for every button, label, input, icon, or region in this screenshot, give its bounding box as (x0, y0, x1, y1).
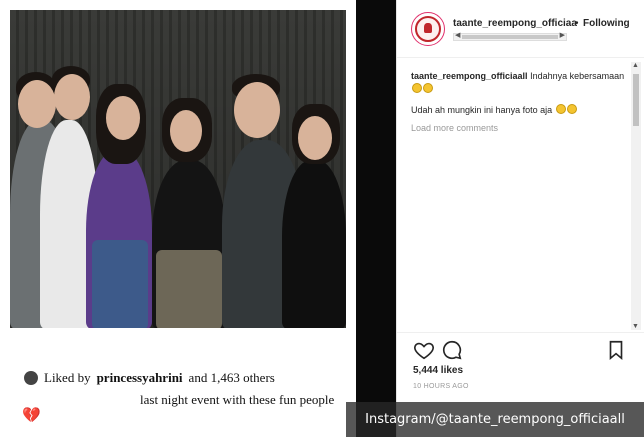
comments-section: taante_reempong_officiaall Indahnya kebe… (411, 70, 629, 133)
scroll-right-icon[interactable]: ▶ (560, 31, 565, 39)
grin-emoji-icon (423, 83, 433, 93)
liker-avatar (24, 371, 38, 385)
vertical-scrollbar[interactable]: ▲ ▼ (631, 62, 641, 330)
bookmark-icon[interactable] (605, 339, 627, 361)
instagram-side-panel: taante_reempong_officiaa • Following ◀ ▶… (396, 0, 644, 437)
photo-face (106, 96, 140, 140)
broken-heart-icon: 💔 (22, 407, 41, 424)
likes-count[interactable]: 5,444 likes (413, 365, 463, 376)
horizontal-scrollbar[interactable]: ◀ ▶ (453, 31, 567, 41)
load-more-comments-link[interactable]: Load more comments (411, 123, 629, 133)
photo-face (54, 74, 90, 120)
liked-prefix: Liked by (44, 370, 91, 385)
panel-header: taante_reempong_officiaa • Following ◀ ▶ (397, 0, 644, 58)
post-timestamp: 10 HOURS AGO (413, 383, 469, 390)
post-caption: last night event with these fun people (140, 392, 335, 407)
photo-person (156, 250, 222, 328)
photo-face (234, 82, 280, 138)
photo-person (282, 160, 346, 328)
following-button[interactable]: Following (583, 18, 630, 29)
comment-icon[interactable] (441, 339, 463, 361)
source-watermark: Instagram/@taante_reempong_officiaall (346, 402, 644, 437)
scrollbar-thumb[interactable] (462, 35, 558, 39)
post-screenshot-card: Liked by princessyahrini and 1,463 other… (0, 0, 356, 437)
photo-face (18, 80, 56, 128)
comment-item: taante_reempong_officiaall Indahnya kebe… (411, 70, 629, 96)
photo-face (170, 110, 202, 152)
photo-face (298, 116, 332, 160)
scroll-up-icon[interactable]: ▲ (632, 62, 639, 69)
header-separator: • (575, 18, 579, 29)
grin-emoji-icon (555, 104, 566, 114)
scroll-left-icon[interactable]: ◀ (455, 31, 460, 39)
photo-person (92, 240, 148, 328)
profile-logo-icon (415, 16, 441, 42)
comment-username[interactable]: taante_reempong_officiaall (411, 71, 528, 81)
header-username[interactable]: taante_reempong_officiaa (453, 18, 577, 29)
profile-avatar[interactable] (411, 12, 445, 46)
comment-text: Indahnya kebersamaan (530, 71, 625, 81)
comment-item: Udah ah mungkin ini hanya foto aja (411, 104, 629, 115)
divider-bar (356, 0, 396, 437)
liked-by-row: Liked by princessyahrini and 1,463 other… (24, 370, 275, 386)
comment-text: Udah ah mungkin ini hanya foto aja (411, 105, 553, 115)
scrollbar-thumb[interactable] (633, 74, 639, 126)
scroll-down-icon[interactable]: ▼ (632, 323, 639, 330)
liked-suffix: and 1,463 others (188, 370, 275, 385)
grin-emoji-icon (566, 104, 577, 114)
group-photo (10, 10, 346, 328)
heart-icon[interactable] (413, 339, 435, 361)
liked-user-link[interactable]: princessyahrini (97, 370, 183, 386)
grin-emoji-icon (412, 83, 422, 93)
